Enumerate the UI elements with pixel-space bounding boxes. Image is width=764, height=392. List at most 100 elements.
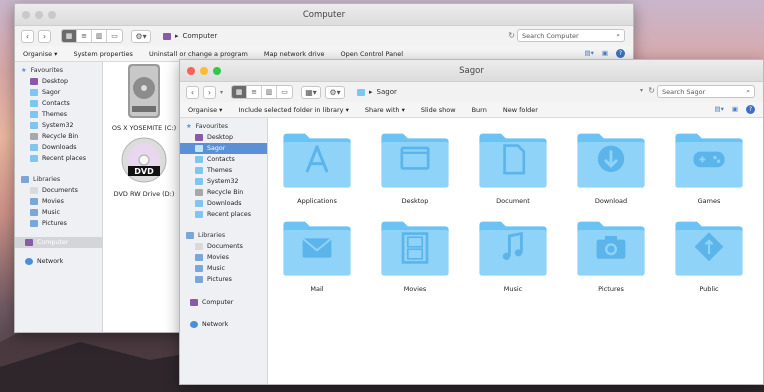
- folder-label: Applications: [297, 197, 337, 205]
- help-icon[interactable]: ?: [746, 105, 755, 114]
- new-folder-button[interactable]: New folder: [503, 106, 538, 114]
- list-view-icon[interactable]: ≡: [77, 30, 92, 42]
- sidebar-item-desktop[interactable]: Desktop: [15, 76, 102, 87]
- sidebar-item-music[interactable]: Music: [180, 263, 267, 274]
- sidebar-item-computer[interactable]: Computer: [180, 297, 267, 308]
- system-properties-button[interactable]: System properties: [73, 50, 132, 58]
- computer-icon: [190, 299, 198, 306]
- forward-button[interactable]: ›: [203, 85, 216, 99]
- close-button[interactable]: [187, 67, 195, 75]
- folder-public[interactable]: Public: [673, 218, 745, 293]
- folder-icon: [30, 122, 38, 129]
- sidebar-item-system32[interactable]: System32: [15, 120, 102, 131]
- sidebar-item-contacts[interactable]: Contacts: [15, 98, 102, 109]
- drive-d[interactable]: DVD DVD RW Drive (D:): [109, 132, 179, 198]
- sidebar-item-recycle-bin[interactable]: Recycle Bin: [15, 131, 102, 142]
- folder-movies[interactable]: Movies: [379, 218, 451, 293]
- sidebar-item-themes[interactable]: Themes: [15, 109, 102, 120]
- sidebar-item-pictures[interactable]: Pictures: [180, 274, 267, 285]
- column-view-icon[interactable]: ▥: [262, 86, 278, 98]
- back-button[interactable]: ‹: [21, 29, 34, 43]
- computer-toolbar: ‹ › ▦ ≡ ▥ ▭ ⚙▾ ▸ Computer ↻ Search Compu…: [15, 26, 633, 46]
- gear-icon[interactable]: ⚙▾: [325, 85, 346, 99]
- sidebar-item-movies[interactable]: Movies: [180, 252, 267, 263]
- zoom-button[interactable]: [48, 11, 56, 19]
- minimize-button[interactable]: [35, 11, 43, 19]
- coverflow-view-icon[interactable]: ▭: [277, 86, 292, 98]
- slide-show-button[interactable]: Slide show: [421, 106, 456, 114]
- icon-view-icon[interactable]: ▦: [232, 86, 248, 98]
- svg-text:DVD: DVD: [134, 167, 154, 176]
- icon-view-icon[interactable]: ▦: [62, 30, 77, 42]
- uninstall-program-button[interactable]: Uninstall or change a program: [149, 50, 248, 58]
- sidebar-item-recent-places[interactable]: Recent places: [180, 209, 267, 220]
- drive-c[interactable]: OS X YOSEMITE (C:): [109, 62, 179, 132]
- search-input[interactable]: Search Computer ⌕: [517, 29, 625, 42]
- open-control-panel-button[interactable]: Open Control Panel: [341, 50, 404, 58]
- sidebar-item-recycle-bin[interactable]: Recycle Bin: [180, 187, 267, 198]
- map-network-drive-button[interactable]: Map network drive: [264, 50, 325, 58]
- folder-document[interactable]: Document: [477, 130, 549, 205]
- folder-icon: [30, 144, 38, 151]
- sidebar-item-network[interactable]: Network: [15, 256, 102, 267]
- organise-menu[interactable]: Organise ▾: [188, 106, 222, 114]
- column-view-icon[interactable]: ▥: [92, 30, 107, 42]
- favourites-header[interactable]: ★ Favourites: [15, 65, 102, 76]
- history-dropdown-icon[interactable]: ▾: [220, 89, 223, 96]
- help-icon[interactable]: ?: [616, 49, 625, 58]
- breadcrumb-item[interactable]: Computer: [183, 32, 218, 40]
- view-mode-switch[interactable]: ▦ ≡ ▥ ▭: [61, 29, 123, 43]
- sidebar-item-pictures[interactable]: Pictures: [15, 218, 102, 229]
- refresh-icon[interactable]: ↻: [508, 31, 515, 40]
- arrange-icon[interactable]: ▦▾: [301, 85, 322, 99]
- folder-pictures[interactable]: Pictures: [575, 218, 647, 293]
- sidebar-item-network[interactable]: Network: [180, 319, 267, 330]
- folder-mail[interactable]: Mail: [281, 218, 353, 293]
- folder-download[interactable]: Download: [575, 130, 647, 205]
- sidebar-item-movies[interactable]: Movies: [15, 196, 102, 207]
- preview-pane-icon[interactable]: ▣: [732, 105, 738, 114]
- include-in-library-menu[interactable]: Include selected folder in library ▾: [238, 106, 348, 114]
- search-input[interactable]: Search Sagor ⌕: [657, 85, 755, 98]
- refresh-icon[interactable]: ↻: [648, 86, 655, 95]
- folder-icon: [195, 200, 203, 207]
- back-button[interactable]: ‹: [186, 85, 199, 99]
- breadcrumb: ▸ Computer: [163, 32, 217, 40]
- gear-icon[interactable]: ⚙▾: [131, 29, 151, 43]
- sidebar-item-documents[interactable]: Documents: [180, 241, 267, 252]
- favourites-header[interactable]: ★ Favourites: [180, 121, 267, 132]
- view-options-icon[interactable]: ▤▾: [714, 105, 723, 114]
- preview-pane-icon[interactable]: ▣: [602, 49, 608, 58]
- organise-menu[interactable]: Organise ▾: [23, 50, 57, 58]
- burn-button[interactable]: Burn: [472, 106, 487, 114]
- view-options-icon[interactable]: ▤▾: [584, 49, 593, 58]
- sidebar-item-contacts[interactable]: Contacts: [180, 154, 267, 165]
- sidebar-item-sagor[interactable]: Sagor: [15, 87, 102, 98]
- forward-button[interactable]: ›: [38, 29, 51, 43]
- sidebar-item-desktop[interactable]: Desktop: [180, 132, 267, 143]
- zoom-button[interactable]: [213, 67, 221, 75]
- view-mode-switch[interactable]: ▦ ≡ ▥ ▭: [231, 85, 294, 99]
- sidebar-item-themes[interactable]: Themes: [180, 165, 267, 176]
- folder-music[interactable]: Music: [477, 218, 549, 293]
- list-view-icon[interactable]: ≡: [247, 86, 263, 98]
- share-with-menu[interactable]: Share with ▾: [365, 106, 405, 114]
- sidebar-item-downloads[interactable]: Downloads: [15, 142, 102, 153]
- sidebar-item-computer[interactable]: Computer: [15, 237, 102, 248]
- sidebar-item-sagor[interactable]: Sagor: [180, 143, 267, 154]
- folder-desktop[interactable]: Desktop: [379, 130, 451, 205]
- sidebar-item-system32[interactable]: System32: [180, 176, 267, 187]
- folder-applications[interactable]: Applications: [281, 130, 353, 205]
- close-button[interactable]: [22, 11, 30, 19]
- sidebar-item-downloads[interactable]: Downloads: [180, 198, 267, 209]
- libraries-header[interactable]: Libraries: [180, 230, 267, 241]
- folder-games[interactable]: Games: [673, 130, 745, 205]
- minimize-button[interactable]: [200, 67, 208, 75]
- path-dropdown-icon[interactable]: ▾: [640, 87, 643, 94]
- sidebar-item-recent-places[interactable]: Recent places: [15, 153, 102, 164]
- breadcrumb-item[interactable]: Sagor: [377, 88, 397, 96]
- sidebar-item-music[interactable]: Music: [15, 207, 102, 218]
- sidebar-item-documents[interactable]: Documents: [15, 185, 102, 196]
- coverflow-view-icon[interactable]: ▭: [107, 30, 122, 42]
- libraries-header[interactable]: Libraries: [15, 174, 102, 185]
